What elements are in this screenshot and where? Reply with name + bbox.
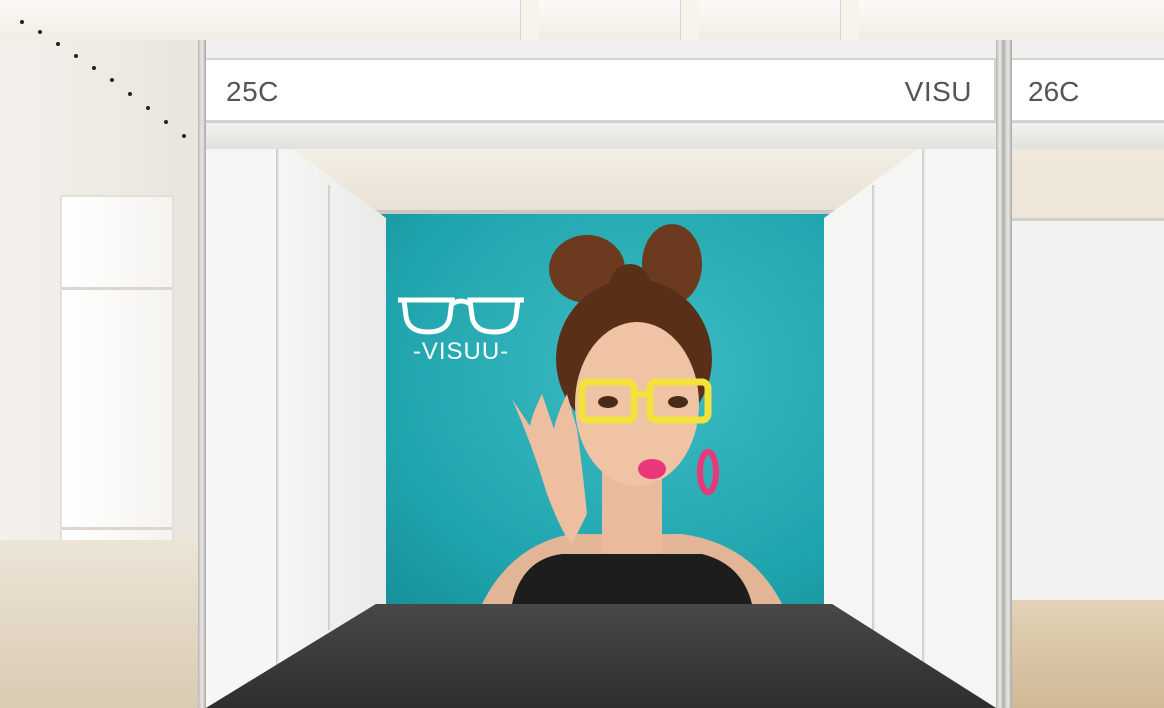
booth-number: 26C (1028, 76, 1080, 107)
header-bottom-rail (198, 122, 1002, 149)
booth-inner-ceiling (290, 148, 920, 218)
booth-number: 25C (226, 76, 279, 107)
booth-26c-post (1004, 40, 1012, 708)
booth-26c-wall (1008, 218, 1164, 611)
glasses-logo-icon (398, 297, 524, 335)
visuu-logo: -VISUU- (396, 294, 526, 374)
hall-window (60, 195, 174, 599)
booth-post-right (996, 40, 1004, 708)
booth-26c-bottom-rail (1004, 122, 1164, 149)
panel-seam (328, 185, 331, 630)
panel-seam (922, 148, 925, 668)
panel-seam (872, 185, 875, 630)
company-name: VISU (904, 76, 972, 107)
booth-25c-fascia: 25C VISU (204, 58, 996, 122)
panel-seam (276, 148, 279, 668)
booth-26c-fascia: 26C (1008, 58, 1164, 122)
logo-text: -VISUU- (412, 338, 510, 365)
model-portrait-image (482, 224, 782, 604)
hall-floor (0, 540, 200, 708)
booth-post-left (198, 40, 206, 708)
exhibition-booth-scene: -VISUU- 25C VISU 26C (0, 0, 1164, 708)
ceiling-lights (20, 20, 200, 170)
back-wall-graphic: -VISUU- (372, 214, 832, 604)
booth-26c-floor (1008, 600, 1164, 708)
